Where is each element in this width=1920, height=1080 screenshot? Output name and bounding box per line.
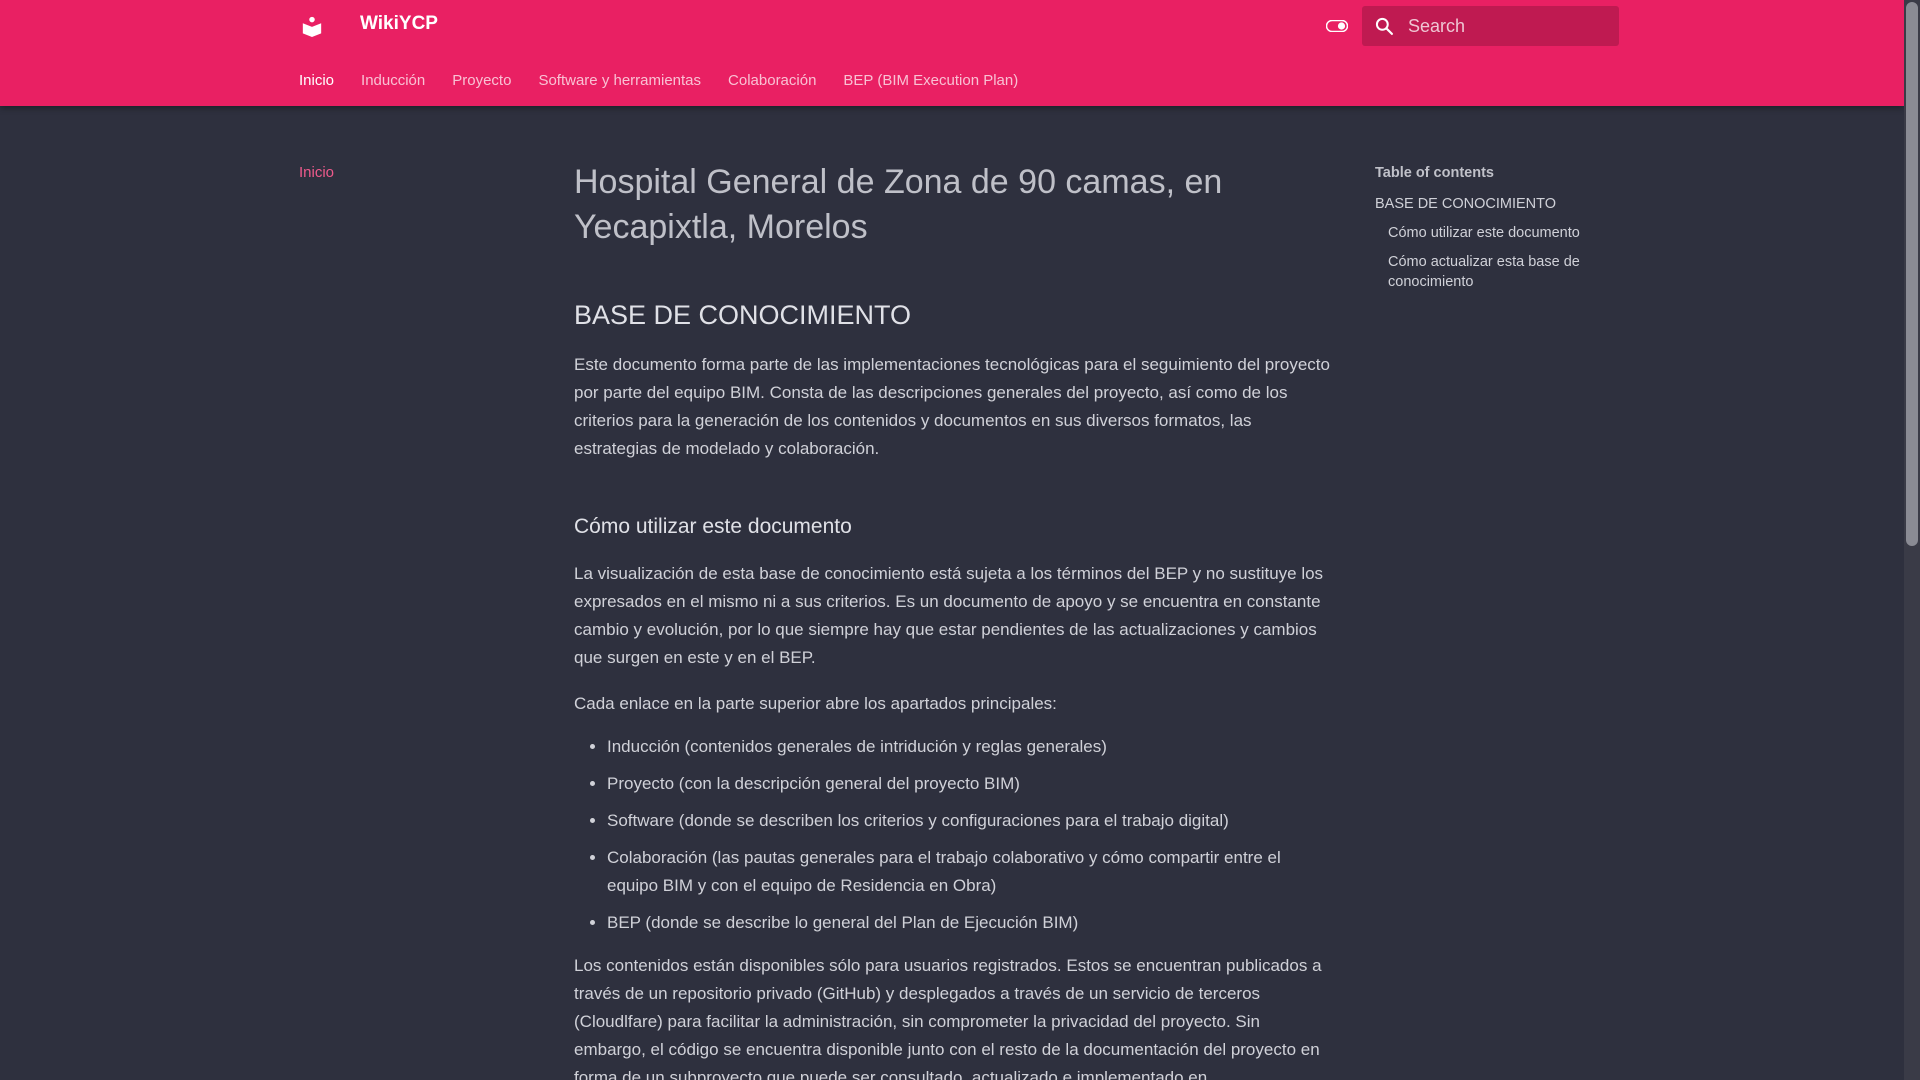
toc-title: Table of contents: [1375, 165, 1494, 181]
paragraph: Este documento forma parte de las implem…: [574, 355, 1330, 458]
tab-proyecto[interactable]: Proyecto: [452, 72, 511, 94]
section-heading-como-utilizar: Cómo utilizar este documento: [574, 515, 852, 538]
list-item: Proyecto (con la descripción general del…: [607, 770, 1334, 798]
paragraph: Los contenidos están disponibles sólo pa…: [574, 956, 1322, 1080]
toc-item-base[interactable]: BASE DE CONOCIMIENTO: [1375, 194, 1615, 214]
tab-software[interactable]: Software y herramientas: [538, 72, 701, 94]
list-item: Inducción (contenidos generales de intri…: [607, 733, 1334, 761]
search-input[interactable]: [1408, 6, 1608, 46]
toc-item-como-utilizar[interactable]: Cómo utilizar este documento: [1375, 223, 1615, 243]
tab-induccion[interactable]: Inducción: [361, 72, 425, 94]
tab-inicio[interactable]: Inicio: [299, 72, 334, 94]
main-content: Hospital General de Zona de 90 camas, en…: [574, 160, 1334, 1080]
search-box[interactable]: [1362, 6, 1619, 46]
list-item: Colaboración (las pautas generales para …: [607, 844, 1334, 900]
tab-bar: Inicio Inducción Proyecto Software y her…: [299, 72, 1045, 94]
left-navigation: Inicio: [299, 164, 334, 182]
list-item: BEP (donde se describe lo general del Pl…: [607, 909, 1334, 937]
tab-bep[interactable]: BEP (BIM Execution Plan): [843, 72, 1018, 94]
search-icon[interactable]: [1374, 16, 1394, 36]
paragraph: Cada enlace en la parte superior abre lo…: [574, 694, 1057, 713]
page-title: Hospital General de Zona de 90 camas, en…: [574, 163, 1223, 246]
paragraph: La visualización de esta base de conocim…: [574, 564, 1324, 667]
scrollbar[interactable]: [1904, 0, 1920, 1080]
toggle-icon[interactable]: [1325, 17, 1349, 35]
book-icon[interactable]: [296, 12, 328, 40]
toc-item-como-actualizar[interactable]: Cómo actualizar esta base de conocimient…: [1375, 252, 1615, 292]
header: WikiYCP Inicio Inducción Proyecto Softwa…: [0, 0, 1904, 106]
tab-colaboracion[interactable]: Colaboración: [728, 72, 816, 94]
scrollbar-thumb[interactable]: [1906, 2, 1918, 546]
nav-item-inicio[interactable]: Inicio: [299, 164, 334, 181]
site-title[interactable]: WikiYCP: [360, 13, 438, 35]
list-item: Software (donde se describen los criteri…: [607, 807, 1334, 835]
section-heading-base: BASE DE CONOCIMIENTO: [574, 300, 912, 330]
sections-list: Inducción (contenidos generales de intri…: [574, 733, 1334, 937]
table-of-contents: Table of contents BASE DE CONOCIMIENTO C…: [1375, 165, 1615, 292]
